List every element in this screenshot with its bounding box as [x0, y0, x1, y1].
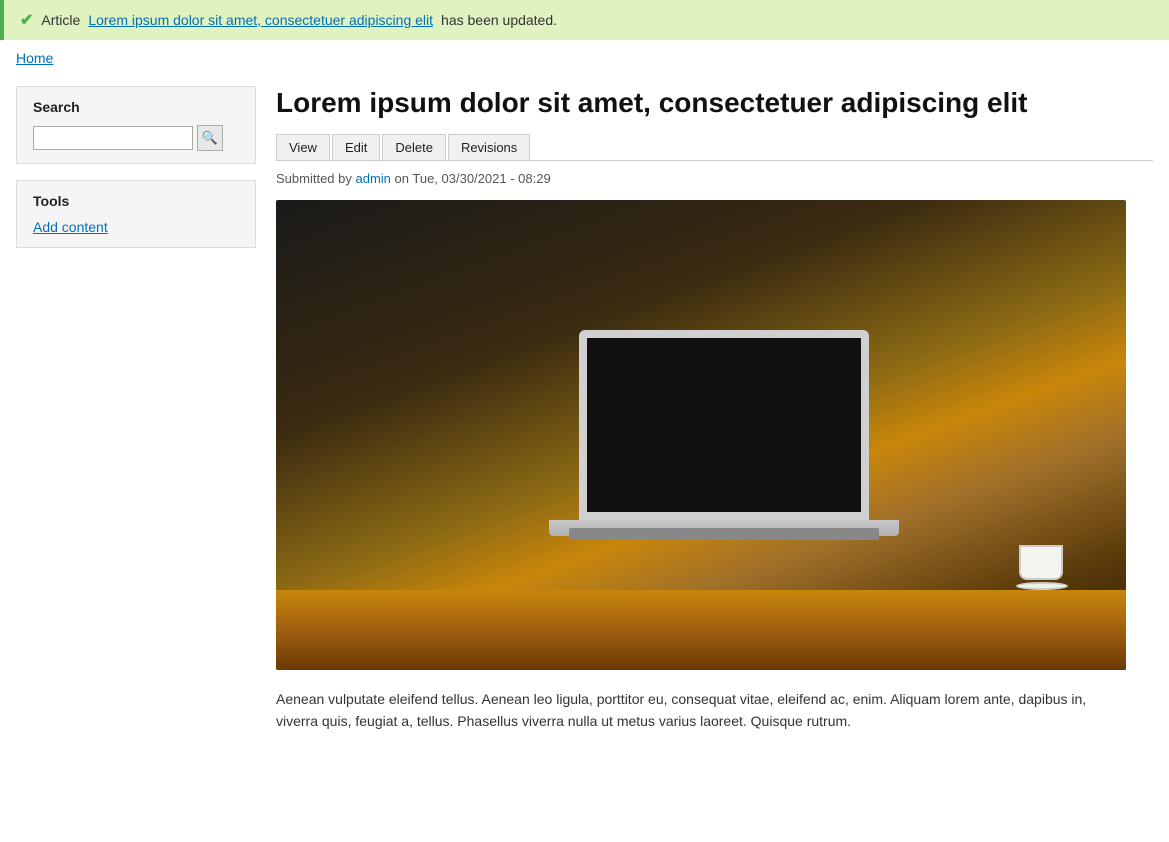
search-input[interactable] — [33, 126, 193, 150]
article-meta: Submitted by admin on Tue, 03/30/2021 - … — [276, 171, 1153, 186]
search-form: 🔍 — [33, 125, 239, 151]
laptop-keyboard — [569, 528, 879, 540]
laptop-screen — [579, 330, 869, 520]
article-image — [276, 200, 1126, 670]
home-link[interactable]: Home — [16, 50, 53, 66]
tab-edit[interactable]: Edit — [332, 134, 380, 160]
tools-block: Tools Add content — [16, 180, 256, 248]
search-label: Search — [33, 99, 239, 115]
search-button[interactable]: 🔍 — [197, 125, 223, 151]
banner-message-prefix: Article — [41, 12, 80, 28]
laptop-illustration — [549, 330, 929, 610]
cup-body — [1019, 545, 1063, 580]
article-title: Lorem ipsum dolor sit amet, consectetuer… — [276, 86, 1153, 120]
saucer — [1016, 582, 1068, 590]
add-content-link[interactable]: Add content — [33, 219, 108, 235]
tools-label: Tools — [33, 193, 239, 209]
tab-view[interactable]: View — [276, 134, 330, 160]
author-link[interactable]: admin — [356, 171, 391, 186]
banner-article-link[interactable]: Lorem ipsum dolor sit amet, consectetuer… — [88, 12, 433, 28]
tab-revisions[interactable]: Revisions — [448, 134, 530, 160]
meta-prefix: Submitted by — [276, 171, 352, 186]
search-block: Search 🔍 — [16, 86, 256, 164]
main-content: Lorem ipsum dolor sit amet, consectetuer… — [276, 86, 1153, 732]
meta-suffix: on Tue, 03/30/2021 - 08:29 — [395, 171, 551, 186]
success-banner: ✔ Article Lorem ipsum dolor sit amet, co… — [0, 0, 1169, 40]
page-layout: Search 🔍 Tools Add content Lorem ipsum d… — [0, 76, 1169, 742]
article-body: Aenean vulputate eleifend tellus. Aenean… — [276, 688, 1126, 733]
tab-bar: View Edit Delete Revisions — [276, 134, 1153, 161]
tab-delete[interactable]: Delete — [382, 134, 446, 160]
coffee-cup — [1016, 535, 1066, 590]
check-icon: ✔ — [20, 10, 33, 30]
sidebar: Search 🔍 Tools Add content — [16, 86, 256, 264]
search-icon: 🔍 — [202, 130, 218, 146]
banner-message-suffix: has been updated. — [441, 12, 557, 28]
breadcrumb: Home — [0, 40, 1169, 76]
